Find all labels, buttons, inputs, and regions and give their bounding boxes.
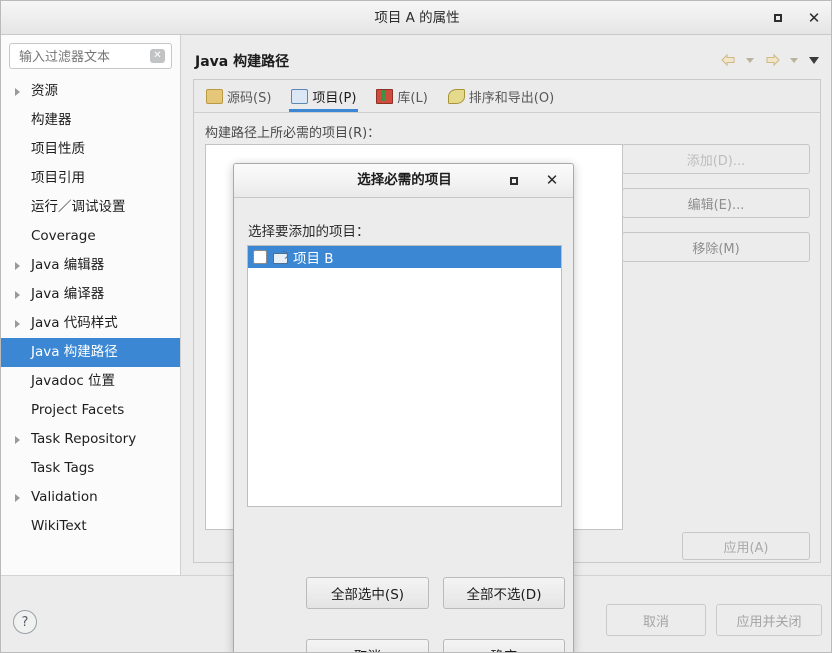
dialog-prompt: 选择要添加的项目： — [248, 224, 370, 240]
dialog-titlebar: 选择必需的项目 ✕ — [234, 164, 573, 198]
dialog-cancel-button[interactable]: 取消 — [306, 639, 429, 652]
list-item[interactable]: 项目 B — [248, 246, 561, 268]
project-icon — [273, 249, 290, 264]
dialog-maximize-icon[interactable] — [503, 170, 525, 192]
modal-overlay: 选择必需的项目 ✕ 选择要添加的项目： 项目 B 全部选中(S) 全部不选(D) — [1, 1, 831, 652]
select-buttons-row: 全部选中(S) 全部不选(D) — [306, 577, 565, 609]
dialog-ok-button[interactable]: 确定 — [443, 639, 565, 652]
dialog-close-icon[interactable]: ✕ — [541, 170, 563, 192]
dialog-action-row: 取消 确定 — [306, 639, 565, 652]
select-all-button[interactable]: 全部选中(S) — [306, 577, 429, 609]
required-projects-dialog: 选择必需的项目 ✕ 选择要添加的项目： 项目 B 全部选中(S) 全部不选(D) — [233, 163, 574, 652]
deselect-all-button[interactable]: 全部不选(D) — [443, 577, 565, 609]
project-checkbox-list[interactable]: 项目 B — [247, 245, 562, 507]
dialog-body: 选择要添加的项目： 项目 B 全部选中(S) 全部不选(D) 取消 — [234, 198, 573, 652]
dialog-window-controls: ✕ — [503, 164, 563, 197]
properties-window: 项目 A 的属性 ✕ ✕ 资源 构建器 项目性质 — [0, 0, 832, 653]
checkbox[interactable] — [253, 250, 267, 264]
list-item-label: 项目 B — [293, 251, 334, 267]
